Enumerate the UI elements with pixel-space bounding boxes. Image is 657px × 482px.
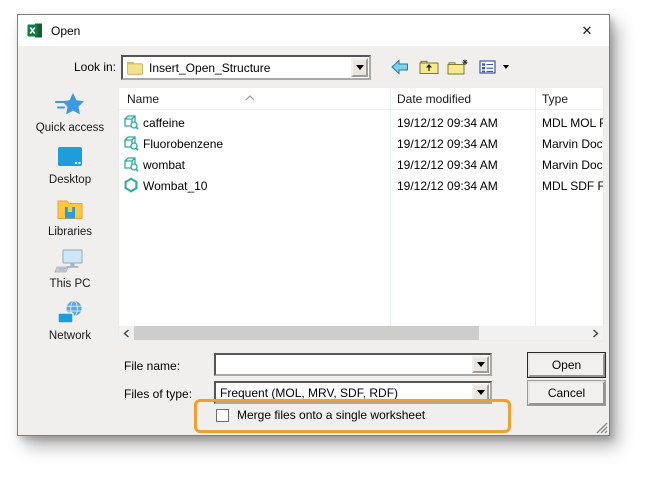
sidebar-item-desktop[interactable]: Desktop bbox=[24, 141, 116, 193]
files-of-type-label: Files of type: bbox=[18, 387, 204, 401]
file-date: 19/12/12 09:34 AM bbox=[397, 158, 498, 172]
file-list: Name Date modified Type caffeine 19/12/1… bbox=[118, 87, 604, 341]
up-folder-icon[interactable] bbox=[418, 57, 440, 77]
views-dropdown-caret-icon[interactable] bbox=[503, 65, 509, 69]
file-name: caffeine bbox=[143, 116, 185, 130]
sidebar-item-libraries[interactable]: Libraries bbox=[24, 193, 116, 245]
look-in-combobox[interactable]: Insert_Open_Structure bbox=[121, 55, 371, 80]
open-button[interactable]: Open bbox=[528, 353, 605, 377]
file-type: MDL SDF Fil bbox=[542, 179, 604, 193]
back-arrow-icon[interactable] bbox=[389, 57, 411, 77]
network-globe-icon bbox=[54, 297, 86, 329]
sidebar-item-label: Libraries bbox=[48, 226, 92, 238]
sidebar-item-label: Desktop bbox=[49, 174, 91, 186]
new-folder-icon[interactable] bbox=[447, 57, 469, 77]
file-name: Fluorobenzene bbox=[143, 137, 223, 151]
sidebar-item-label: Network bbox=[49, 330, 91, 342]
desktop-monitor-icon bbox=[54, 141, 86, 173]
sidebar-item-quick-access[interactable]: Quick access bbox=[24, 89, 116, 141]
list-header: Name Date modified Type bbox=[119, 88, 603, 110]
file-date: 19/12/12 09:34 AM bbox=[397, 179, 498, 193]
sdf-hexagon-icon bbox=[123, 177, 139, 196]
navigation-toolbar bbox=[389, 57, 509, 77]
file-date: 19/12/12 09:34 AM bbox=[397, 116, 498, 130]
folder-icon bbox=[127, 61, 143, 75]
marvin-document-icon bbox=[123, 135, 139, 154]
quick-access-star-icon bbox=[54, 89, 86, 121]
sort-ascending-icon bbox=[245, 90, 255, 104]
column-header-type[interactable]: Type bbox=[542, 92, 568, 106]
files-of-type-value: Frequent (MOL, MRV, SDF, RDF) bbox=[216, 386, 490, 400]
sidebar-item-label: Quick access bbox=[36, 122, 104, 134]
file-row[interactable]: Wombat_10 19/12/12 09:34 AM MDL SDF Fil bbox=[119, 175, 603, 196]
file-type: MDL MOL F bbox=[542, 116, 604, 130]
excel-app-icon bbox=[27, 23, 43, 38]
scroll-right-icon[interactable] bbox=[588, 326, 603, 341]
marvin-document-icon bbox=[123, 114, 139, 133]
file-row[interactable]: Fluorobenzene 19/12/12 09:34 AM Marvin D… bbox=[119, 133, 603, 154]
views-grid-icon[interactable] bbox=[476, 57, 498, 77]
window-title: Open bbox=[51, 24, 80, 38]
horizontal-scrollbar[interactable] bbox=[119, 326, 603, 341]
look-in-label: Look in: bbox=[18, 60, 116, 74]
title-bar: Open ✕ bbox=[18, 15, 609, 46]
look-in-dropdown-button[interactable] bbox=[351, 58, 368, 77]
file-name-label: File name: bbox=[18, 359, 204, 373]
file-name-input[interactable] bbox=[216, 355, 490, 374]
look-in-value: Insert_Open_Structure bbox=[149, 61, 270, 75]
file-name: Wombat_10 bbox=[143, 179, 207, 193]
column-header-name[interactable]: Name bbox=[127, 92, 159, 106]
file-name-dropdown-button[interactable] bbox=[472, 356, 489, 373]
file-type: Marvin Docu bbox=[542, 158, 604, 172]
this-pc-computer-icon bbox=[54, 245, 86, 277]
close-icon[interactable]: ✕ bbox=[574, 20, 600, 42]
sidebar-item-label: This PC bbox=[50, 278, 91, 290]
open-dialog: Open ✕ Look in: Insert_Open_Structure bbox=[17, 14, 610, 436]
scroll-left-icon[interactable] bbox=[119, 326, 134, 341]
file-row[interactable]: wombat 19/12/12 09:34 AM Marvin Docu bbox=[119, 154, 603, 175]
sidebar-item-network[interactable]: Network bbox=[24, 297, 116, 349]
cancel-button[interactable]: Cancel bbox=[528, 381, 605, 405]
file-row[interactable]: caffeine 19/12/12 09:34 AM MDL MOL F bbox=[119, 112, 603, 133]
sidebar-item-this-pc[interactable]: This PC bbox=[24, 245, 116, 297]
places-sidebar: Quick access Desktop Libraries bbox=[24, 89, 116, 349]
file-name-combobox[interactable] bbox=[214, 353, 492, 376]
file-name: wombat bbox=[143, 158, 185, 172]
resize-grip-icon[interactable] bbox=[595, 421, 608, 434]
file-type: Marvin Docu bbox=[542, 137, 604, 151]
merge-checkbox[interactable] bbox=[216, 409, 229, 422]
merge-option-row: Merge files onto a single worksheet bbox=[216, 408, 425, 422]
column-header-date-modified[interactable]: Date modified bbox=[397, 92, 471, 106]
merge-checkbox-label[interactable]: Merge files onto a single worksheet bbox=[237, 408, 425, 422]
file-date: 19/12/12 09:34 AM bbox=[397, 137, 498, 151]
marvin-document-icon bbox=[123, 156, 139, 175]
libraries-folder-icon bbox=[54, 193, 86, 225]
scrollbar-thumb[interactable] bbox=[134, 326, 479, 341]
